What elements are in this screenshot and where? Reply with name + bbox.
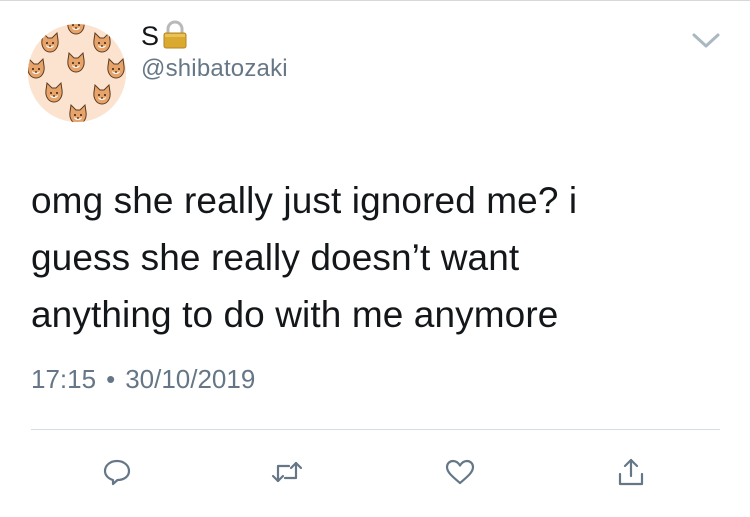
retweet-icon: [271, 461, 303, 483]
name-row: S: [141, 18, 288, 54]
like-button[interactable]: [440, 452, 480, 492]
reply-icon: [103, 459, 131, 486]
reply-button[interactable]: [97, 452, 137, 492]
tweet-time: 17:15: [31, 364, 97, 394]
author-block: S @shibatozaki: [141, 18, 288, 84]
user-handle[interactable]: @shibatozaki: [141, 54, 288, 84]
tweet-text: omg she really just ignored me? i guess …: [31, 180, 578, 335]
chevron-down-icon[interactable]: [684, 26, 728, 56]
tweet-timestamp[interactable]: 17:15 • 30/10/2019: [31, 362, 255, 396]
avatar[interactable]: [28, 24, 126, 122]
retweet-button[interactable]: [267, 452, 307, 492]
top-divider: [0, 0, 750, 1]
tweet-date: 30/10/2019: [125, 364, 256, 394]
actions-divider: [31, 429, 720, 430]
share-icon: [618, 458, 644, 486]
meta-separator: •: [106, 364, 116, 394]
tweet-card: S @shibatozaki omg she really just ignor…: [0, 0, 750, 517]
like-icon: [445, 459, 475, 485]
display-name[interactable]: S: [141, 18, 160, 54]
shiba-pattern-avatar-icon: [28, 24, 126, 122]
lock-icon: [162, 20, 188, 55]
share-button[interactable]: [611, 452, 651, 492]
